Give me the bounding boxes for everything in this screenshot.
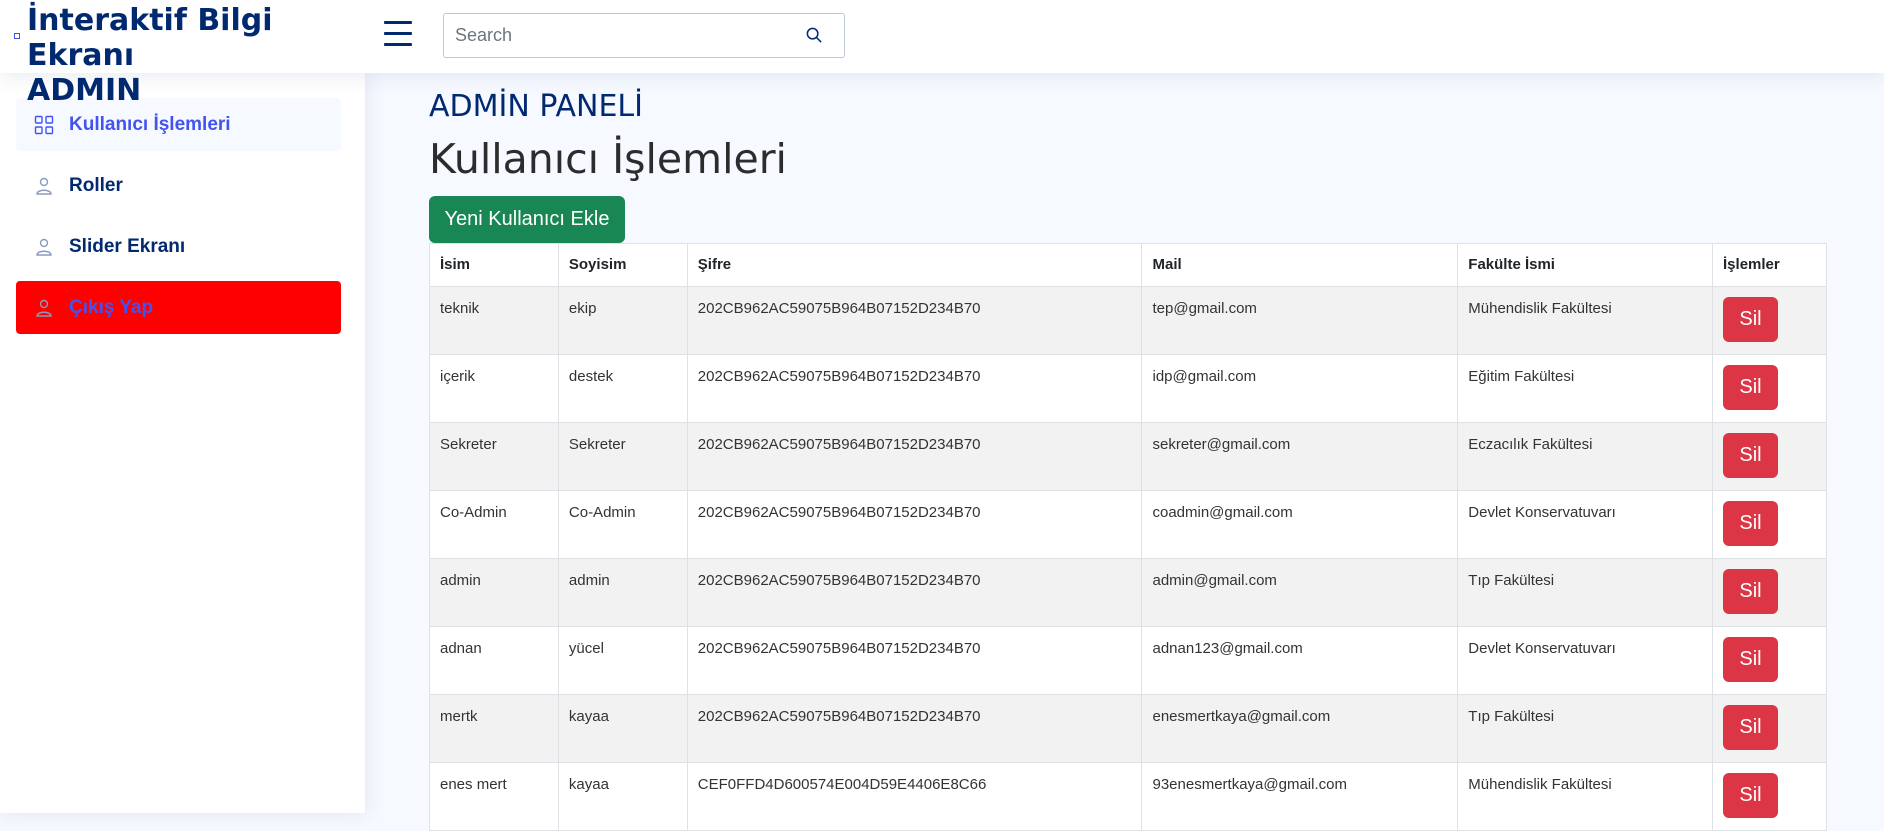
cell-mail: enesmertkaya@gmail.com	[1141, 694, 1459, 763]
cell-mail: coadmin@gmail.com	[1141, 490, 1459, 559]
cell-isim: enes mert	[429, 762, 559, 831]
sidebar-item-roller[interactable]: Roller	[16, 159, 341, 212]
delete-button[interactable]: Sil	[1723, 569, 1779, 614]
cell-isim: Co-Admin	[429, 490, 559, 559]
cell-islemler: Sil	[1712, 286, 1827, 355]
hamburger-menu-icon[interactable]	[384, 21, 412, 46]
top-header: İnteraktif Bilgi Ekranı ADMIN	[0, 0, 1884, 108]
cell-islemler: Sil	[1712, 694, 1827, 763]
cell-soyisim: ekip	[557, 286, 688, 355]
cell-isim: içerik	[429, 354, 559, 423]
cell-fakulte: Devlet Konservatuvarı	[1457, 490, 1714, 559]
table-row: Co-Admin Co-Admin 202CB962AC59075B964B07…	[429, 490, 1827, 559]
table-row: adnan yücel 202CB962AC59075B964B07152D23…	[429, 626, 1827, 695]
cell-mail: tep@gmail.com	[1141, 286, 1459, 355]
sidebar-item-label: Roller	[69, 174, 123, 196]
search-bar	[443, 13, 845, 58]
column-header-isim: İsim	[429, 243, 559, 287]
cell-soyisim: kayaa	[557, 694, 688, 763]
cell-isim: admin	[429, 558, 559, 627]
users-table: İsim Soyisim Şifre Mail Fakülte İsmi İşl…	[429, 243, 1827, 831]
delete-button[interactable]: Sil	[1723, 773, 1779, 818]
search-icon[interactable]	[805, 26, 824, 45]
person-icon	[36, 177, 52, 195]
column-header-sifre: Şifre	[686, 243, 1143, 287]
add-user-button[interactable]: Yeni Kullanıcı Ekle	[429, 196, 625, 243]
column-header-soyisim: Soyisim	[557, 243, 688, 287]
cell-islemler: Sil	[1712, 626, 1827, 695]
breadcrumb-title: ADMİN PANELİ	[429, 89, 643, 124]
logo-text: İnteraktif Bilgi Ekranı ADMIN	[27, 3, 273, 108]
table-row: enes mert kayaa CEF0FFD4D600574E004D59E4…	[429, 762, 1827, 831]
cell-soyisim: kayaa	[557, 762, 688, 831]
sidebar-item-label: Slider Ekranı	[69, 235, 186, 257]
cell-sifre: 202CB962AC59075B964B07152D234B70	[686, 354, 1143, 423]
delete-button[interactable]: Sil	[1723, 705, 1779, 750]
table-row: mertk kayaa 202CB962AC59075B964B07152D23…	[429, 694, 1827, 763]
cell-fakulte: Devlet Konservatuvarı	[1457, 626, 1714, 695]
cell-sifre: 202CB962AC59075B964B07152D234B70	[686, 694, 1143, 763]
person-icon	[36, 299, 52, 317]
cell-mail: adnan123@gmail.com	[1141, 626, 1459, 695]
cell-isim: mertk	[429, 694, 559, 763]
cell-fakulte: Mühendislik Fakültesi	[1457, 762, 1714, 831]
cell-islemler: Sil	[1712, 422, 1827, 491]
cell-soyisim: yücel	[557, 626, 688, 695]
cell-soyisim: Sekreter	[557, 422, 688, 491]
sidebar-item-slider-ekrani[interactable]: Slider Ekranı	[16, 220, 341, 273]
table-row: admin admin 202CB962AC59075B964B07152D23…	[429, 558, 1827, 627]
cell-mail: admin@gmail.com	[1141, 558, 1459, 627]
logo-icon	[14, 33, 20, 39]
cell-fakulte: Eğitim Fakültesi	[1457, 354, 1714, 423]
delete-button[interactable]: Sil	[1723, 501, 1779, 546]
sidebar-item-label: Çıkış Yap	[69, 296, 154, 318]
person-icon	[36, 238, 52, 256]
grid-icon	[34, 115, 54, 134]
delete-button[interactable]: Sil	[1723, 637, 1779, 682]
table-row: teknik ekip 202CB962AC59075B964B07152D23…	[429, 286, 1827, 355]
page-title: Kullanıcı İşlemleri	[429, 135, 787, 183]
cell-fakulte: Eczacılık Fakültesi	[1457, 422, 1714, 491]
column-header-fakulte: Fakülte İsmi	[1457, 243, 1714, 287]
table-row: Sekreter Sekreter 202CB962AC59075B964B07…	[429, 422, 1827, 491]
logo[interactable]: İnteraktif Bilgi Ekranı ADMIN	[14, 3, 354, 108]
delete-button[interactable]: Sil	[1723, 433, 1779, 478]
cell-isim: Sekreter	[429, 422, 559, 491]
cell-islemler: Sil	[1712, 762, 1827, 831]
cell-soyisim: Co-Admin	[557, 490, 688, 559]
search-input[interactable]	[444, 14, 784, 57]
cell-fakulte: Tıp Fakültesi	[1457, 694, 1714, 763]
cell-soyisim: destek	[557, 354, 688, 423]
cell-mail: idp@gmail.com	[1141, 354, 1459, 423]
cell-mail: sekreter@gmail.com	[1141, 422, 1459, 491]
cell-soyisim: admin	[557, 558, 688, 627]
table-row: içerik destek 202CB962AC59075B964B07152D…	[429, 354, 1827, 423]
column-header-islemler: İşlemler	[1712, 243, 1827, 287]
cell-islemler: Sil	[1712, 490, 1827, 559]
cell-sifre: 202CB962AC59075B964B07152D234B70	[686, 422, 1143, 491]
cell-islemler: Sil	[1712, 354, 1827, 423]
column-header-mail: Mail	[1141, 243, 1459, 287]
cell-sifre: 202CB962AC59075B964B07152D234B70	[686, 626, 1143, 695]
sidebar-item-cikis-yap[interactable]: Çıkış Yap	[16, 281, 341, 334]
sidebar-item-label: Kullanıcı İşlemleri	[69, 113, 231, 135]
cell-sifre: 202CB962AC59075B964B07152D234B70	[686, 490, 1143, 559]
table-header-row: İsim Soyisim Şifre Mail Fakülte İsmi İşl…	[429, 243, 1827, 287]
delete-button[interactable]: Sil	[1723, 365, 1779, 410]
sidebar: Kullanıcı İşlemleri Roller Slider Ekranı…	[0, 73, 365, 813]
cell-sifre: 202CB962AC59075B964B07152D234B70	[686, 558, 1143, 627]
cell-fakulte: Mühendislik Fakültesi	[1457, 286, 1714, 355]
cell-isim: adnan	[429, 626, 559, 695]
cell-islemler: Sil	[1712, 558, 1827, 627]
cell-sifre: CEF0FFD4D600574E004D59E4406E8C66	[686, 762, 1143, 831]
delete-button[interactable]: Sil	[1723, 297, 1779, 342]
cell-isim: teknik	[429, 286, 559, 355]
cell-mail: 93enesmertkaya@gmail.com	[1141, 762, 1459, 831]
cell-sifre: 202CB962AC59075B964B07152D234B70	[686, 286, 1143, 355]
cell-fakulte: Tıp Fakültesi	[1457, 558, 1714, 627]
